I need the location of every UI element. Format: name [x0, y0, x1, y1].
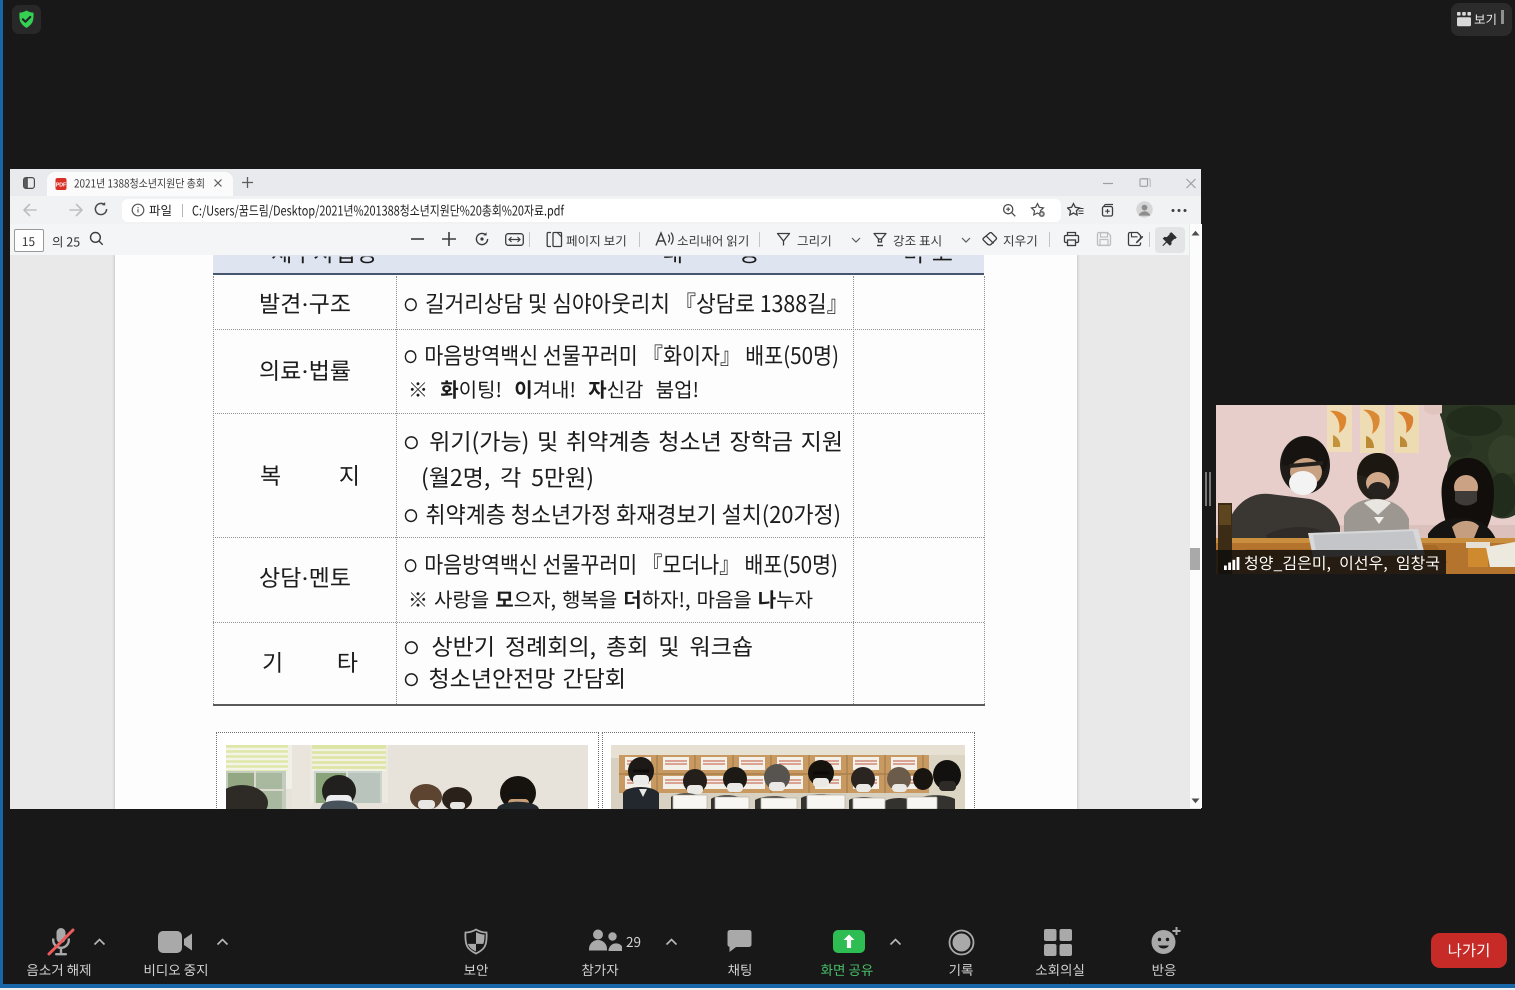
svg-text:PDF: PDF: [56, 183, 66, 189]
